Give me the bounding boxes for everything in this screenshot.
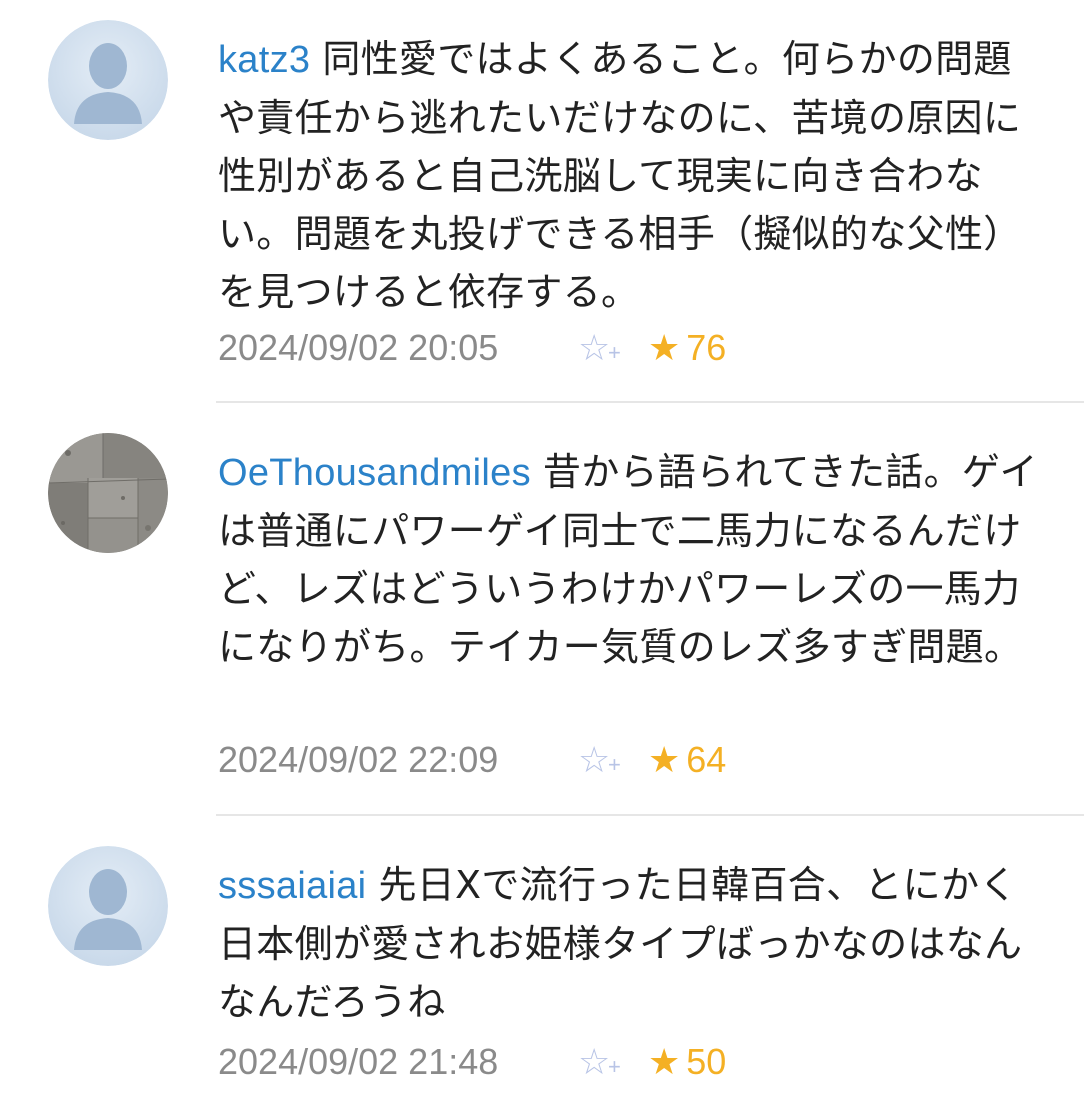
like-score: ★ 50 [648,1041,726,1083]
comment-body: katz3 同性愛ではよくあること。何らかの問題や責任から逃れたいだけなのに、苦境… [218,30,1048,321]
like-count: 76 [686,327,727,368]
username-link[interactable]: sssaiaiai [218,865,366,907]
star-icon: ★ [648,327,681,368]
star-plus-icon[interactable]: ☆ + [578,1042,634,1082]
comment-text-block: OeThousandmiles 昔から語られてきた話。ゲイは普通にパワーゲイ同士で… [218,443,1048,676]
comment-body: sssaiaiai 先日Xで流行った日韓百合、とにかく日本側が愛されお姫様タイプば… [218,856,1048,1031]
timestamp: 2024/09/02 22:09 [218,739,499,780]
default-person-icon [48,846,168,966]
comment-text: 同性愛ではよくあること。何らかの問題や責任から逃れたいだけなのに、苦境の原因に性… [218,37,1022,314]
comment-meta: 2024/09/02 22:09 ☆ + ★ 64 [218,730,726,790]
divider [216,814,1084,816]
timestamp: 2024/09/02 21:48 [218,1041,499,1082]
plus-glyph: + [608,340,621,365]
like-count: 50 [686,1041,727,1082]
comment-text-block: katz3 同性愛ではよくあること。何らかの問題や責任から逃れたいだけなのに、苦境… [218,30,1048,321]
like-count: 64 [686,739,727,780]
plus-glyph: + [608,1054,621,1079]
star-plus-icon[interactable]: ☆ + [578,740,634,780]
default-person-icon [48,20,168,140]
comment-meta: 2024/09/02 20:05 ☆ + ★ 76 [218,318,726,378]
username-link[interactable]: katz3 [218,39,310,81]
outline-star-glyph: ☆ [578,327,611,368]
plus-glyph: + [608,752,621,777]
star-plus-icon[interactable]: ☆ + [578,328,634,368]
comment-text-block: sssaiaiai 先日Xで流行った日韓百合、とにかく日本側が愛されお姫様タイプば… [218,856,1048,1031]
avatar[interactable] [48,433,168,553]
star-icon: ★ [648,1041,681,1082]
avatar[interactable] [48,846,168,966]
like-score: ★ 76 [648,327,726,369]
stone-texture-photo [48,433,168,553]
outline-star-glyph: ☆ [578,739,611,780]
username-link[interactable]: OeThousandmiles [218,452,531,494]
outline-star-glyph: ☆ [578,1041,611,1082]
timestamp: 2024/09/02 20:05 [218,327,499,368]
star-icon: ★ [648,739,681,780]
like-score: ★ 64 [648,739,726,781]
avatar[interactable] [48,20,168,140]
divider [216,401,1084,403]
comment-body: OeThousandmiles 昔から語られてきた話。ゲイは普通にパワーゲイ同士で… [218,443,1048,676]
comment-meta: 2024/09/02 21:48 ☆ + ★ 50 [218,1032,726,1092]
